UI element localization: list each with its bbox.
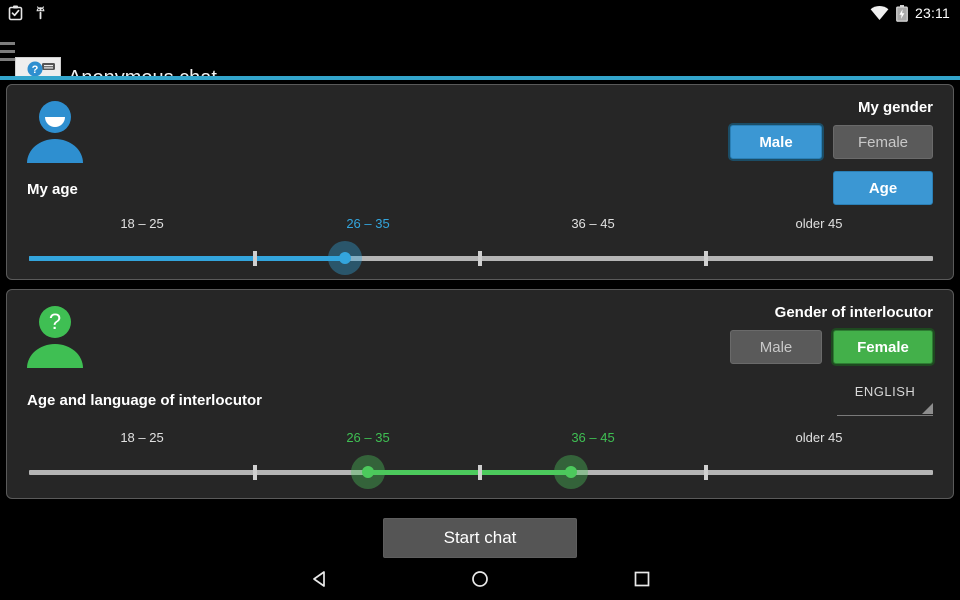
svg-text:?: ? [32, 64, 39, 76]
unknown-user-avatar-icon: ? [23, 304, 91, 370]
start-chat-button-label: Start chat [443, 528, 517, 547]
language-spinner[interactable]: ENGLISH [837, 382, 933, 416]
android-navigation-bar [0, 558, 960, 600]
my-gender-title: My gender [857, 99, 933, 116]
my-gender-male-button[interactable]: Male [730, 125, 822, 159]
clipboard-check-icon [8, 5, 23, 21]
recents-square-icon[interactable] [602, 558, 682, 600]
my-age-tick-label-1: 26 – 35 [346, 216, 390, 231]
language-spinner-value: ENGLISH [854, 384, 916, 399]
my-age-slider[interactable] [7, 240, 955, 276]
my-age-tick-label-3: older 45 [795, 216, 843, 231]
home-circle-icon[interactable] [440, 558, 520, 600]
interlocutor-age-slider-tick-1 [253, 465, 257, 480]
status-bar-clock: 23:11 [915, 5, 950, 21]
main-content: My gender Male Female My age Age 18 – 25… [0, 80, 960, 558]
interlocutor-card: ? Gender of interlocutor Male Female Age… [6, 289, 954, 499]
interlocutor-gender-title: Gender of interlocutor [774, 304, 933, 321]
interlocutor-age-tick-label-3: older 45 [795, 430, 843, 445]
interlocutor-age-slider-thumb-to[interactable] [554, 455, 588, 489]
interlocutor-age-language-label: Age and language of interlocutor [27, 392, 263, 409]
my-gender-female-label: Female [857, 133, 909, 151]
interlocutor-age-slider-tick-2 [478, 465, 482, 480]
my-profile-card: My gender Male Female My age Age 18 – 25… [6, 84, 954, 280]
interlocutor-age-slider-tick-labels: 18 – 25 26 – 35 36 – 45 older 45 [7, 430, 955, 450]
interlocutor-age-slider-tick-3 [704, 465, 708, 480]
interlocutor-age-range-slider[interactable] [7, 454, 955, 490]
battery-charging-icon [896, 4, 908, 22]
my-age-label: My age [27, 181, 78, 198]
android-robot-icon [33, 5, 48, 21]
my-age-slider-tick-3 [704, 251, 708, 266]
my-gender-female-button[interactable]: Female [833, 125, 933, 159]
interlocutor-age-slider-thumb-from[interactable] [351, 455, 385, 489]
back-triangle-icon[interactable] [280, 558, 360, 600]
my-age-slider-tick-labels: 18 – 25 26 – 35 36 – 45 older 45 [7, 216, 955, 236]
interlocutor-age-tick-label-1: 26 – 35 [346, 430, 390, 445]
status-bar-notification-icons [8, 0, 48, 26]
spinner-dropdown-icon [922, 403, 933, 414]
interlocutor-gender-female-label: Female [857, 338, 909, 356]
my-age-slider-thumb[interactable] [328, 241, 362, 275]
interlocutor-gender-male-label: Male [759, 338, 793, 356]
my-age-slider-tick-2 [478, 251, 482, 266]
status-bar: 23:11 [0, 0, 960, 26]
interlocutor-age-tick-label-0: 18 – 25 [120, 430, 164, 445]
my-age-slider-tick-1 [253, 251, 257, 266]
action-bar: ? Anonymous chat [0, 26, 960, 103]
my-age-slider-fill [29, 256, 345, 261]
interlocutor-gender-female-button[interactable]: Female [833, 330, 933, 364]
my-age-tick-label-0: 18 – 25 [120, 216, 164, 231]
interlocutor-gender-male-button[interactable]: Male [730, 330, 822, 364]
wifi-icon [870, 5, 889, 21]
interlocutor-age-tick-label-2: 36 – 45 [571, 430, 615, 445]
hamburger-menu-icon[interactable] [0, 38, 16, 64]
my-age-button-label: Age [868, 179, 898, 197]
status-bar-system-icons: 23:11 [870, 0, 950, 26]
my-age-button[interactable]: Age [833, 171, 933, 205]
my-gender-male-label: Male [759, 133, 793, 151]
svg-text:?: ? [49, 309, 61, 334]
interlocutor-age-slider-fill [368, 470, 571, 475]
my-age-tick-label-2: 36 – 45 [571, 216, 615, 231]
male-user-avatar-icon [23, 99, 91, 165]
start-chat-button[interactable]: Start chat [383, 518, 577, 558]
